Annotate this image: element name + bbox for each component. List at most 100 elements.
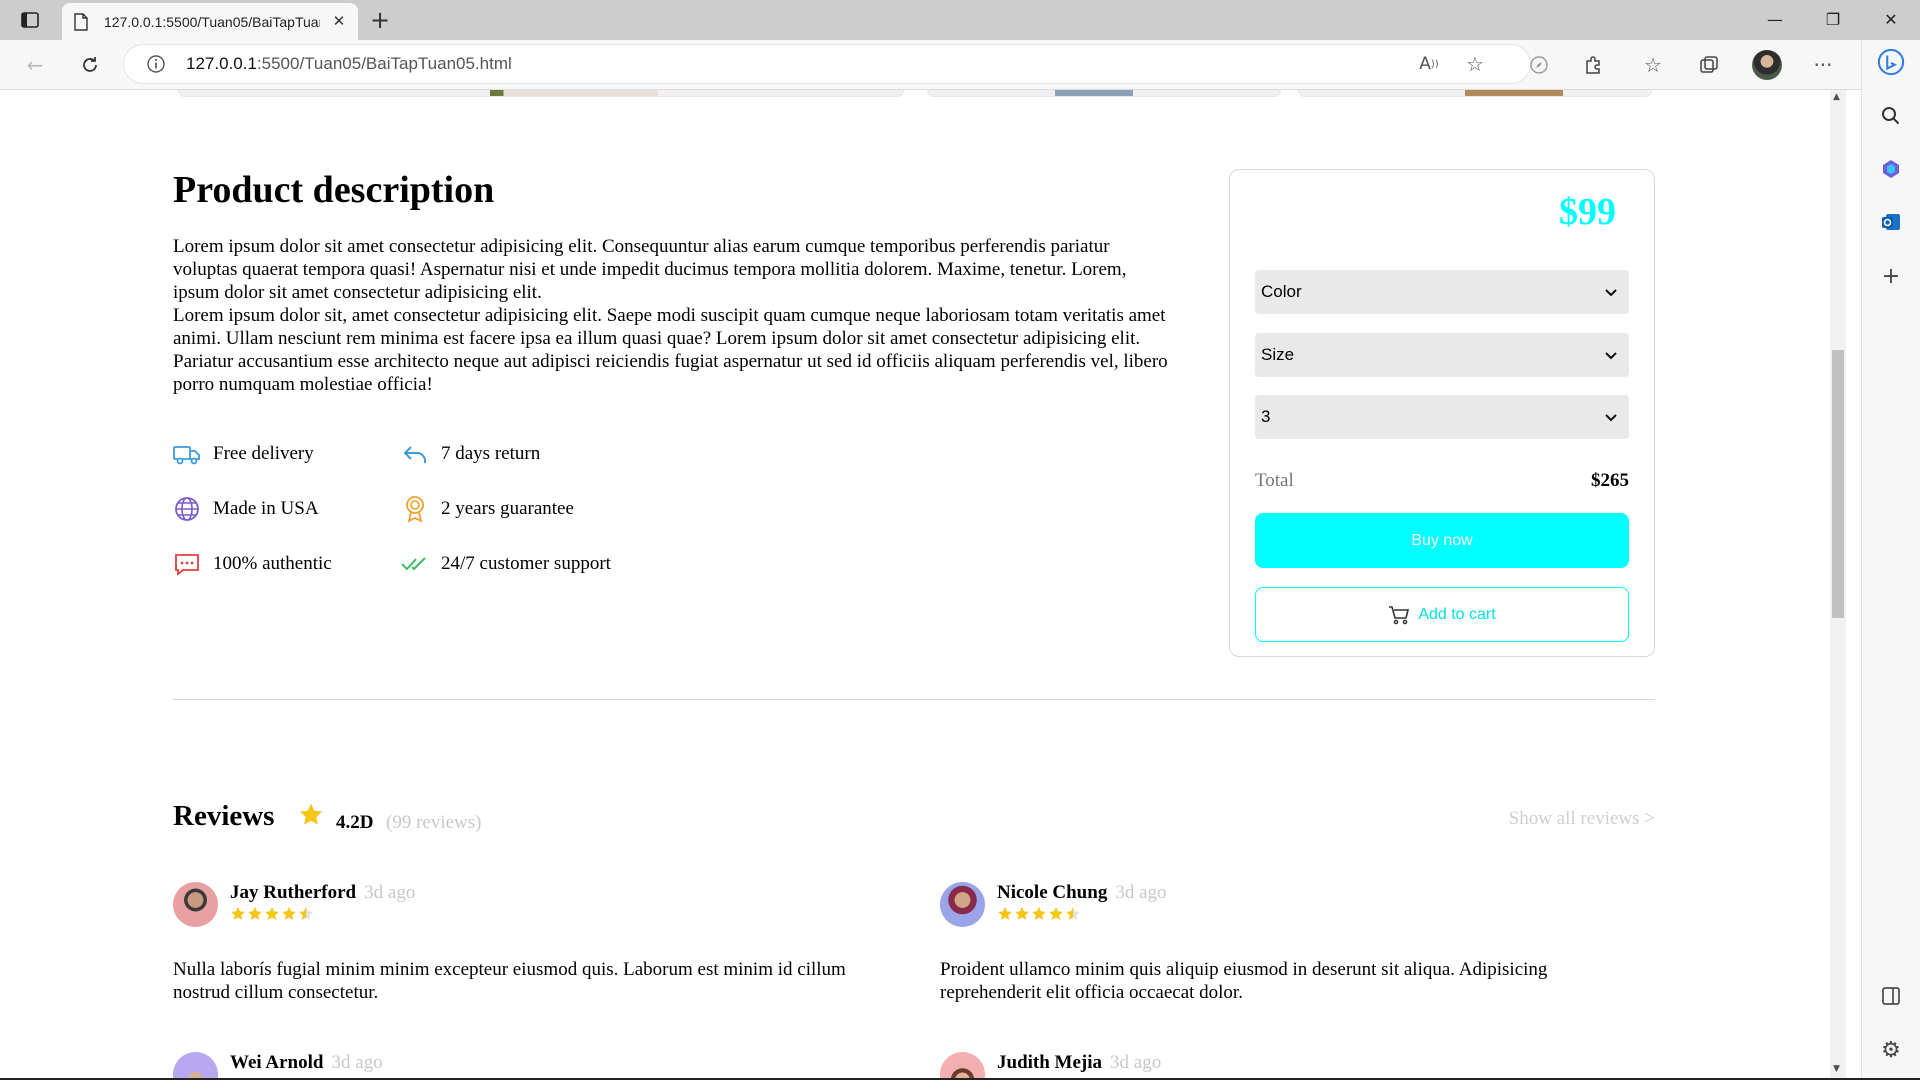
read-aloud-icon[interactable]: A)) <box>1414 49 1444 79</box>
reviewer-name-text: Nicole Chung <box>997 882 1108 903</box>
chevron-down-icon <box>1603 333 1619 377</box>
gallery-image-3 <box>1465 90 1563 96</box>
rating-stars <box>230 906 315 922</box>
buy-now-button[interactable]: Buy now <box>1255 513 1629 568</box>
quantity-select-value: 3 <box>1261 407 1271 426</box>
rating-stars <box>997 906 1082 922</box>
page-icon <box>74 12 90 31</box>
browser-tab[interactable]: 127.0.0.1:5500/Tuan05/BaiTapTuan05.html … <box>62 3 358 40</box>
scroll-thumb[interactable] <box>1832 350 1844 618</box>
tab-bar: 127.0.0.1:5500/Tuan05/BaiTapTuan05.html … <box>0 0 1920 40</box>
review-count: (99 reviews) <box>386 812 482 833</box>
reviewer-name-text: Judith Mejia <box>997 1052 1103 1073</box>
scroll-down-icon[interactable]: ▼ <box>1833 1064 1840 1074</box>
new-tab-button[interactable]: + <box>366 6 394 34</box>
half-star-icon <box>1066 907 1080 920</box>
collections-icon[interactable] <box>1694 50 1724 80</box>
purchase-card: $99 Color Size 3 Total $265 Buy now Add … <box>1229 169 1655 657</box>
settings-gear-icon[interactable]: ⚙ <box>1877 1036 1905 1064</box>
compass-icon[interactable] <box>1524 50 1554 80</box>
feature-made-in-usa: Made in USA <box>173 495 319 523</box>
gallery-image-1 <box>490 90 658 96</box>
description-paragraph-1: Lorem ipsum dolor sit amet consectetur a… <box>173 236 1127 303</box>
size-select[interactable]: Size <box>1255 333 1629 377</box>
return-arrow-icon <box>401 440 429 468</box>
show-all-reviews-link[interactable]: Show all reviews > <box>1509 808 1655 830</box>
award-icon <box>401 495 429 523</box>
tab-actions-icon[interactable] <box>14 6 46 34</box>
outlook-icon[interactable] <box>1877 208 1905 236</box>
total-value: $265 <box>1591 470 1629 491</box>
star-icon <box>1032 907 1046 920</box>
close-tab-icon[interactable]: ✕ <box>330 12 348 30</box>
page-scrollbar[interactable]: ▲ ▼ <box>1830 90 1846 1078</box>
star-icon <box>248 907 262 920</box>
page-viewport: Product description Lorem ipsum dolor si… <box>0 90 1830 1078</box>
avatar <box>940 882 985 927</box>
reviews-heading: Reviews <box>173 800 275 832</box>
size-select-value: Size <box>1261 345 1295 364</box>
feature-label: Made in USA <box>213 498 319 519</box>
refresh-icon[interactable] <box>75 50 105 80</box>
url-host: 127.0.0.1 <box>186 54 257 73</box>
review-text: Proident ullamco minim quis aliquip eius… <box>940 959 1548 1003</box>
tab-title: 127.0.0.1:5500/Tuan05/BaiTapTuan05.html <box>104 13 320 30</box>
review-date: 3d ago <box>364 882 416 903</box>
feature-years-guarantee: 2 years guarantee <box>401 495 574 523</box>
review-text: Nulla laborís fugial minim minim excepte… <box>173 959 846 1003</box>
color-select-value: Color <box>1261 282 1302 301</box>
add-icon[interactable]: + <box>1877 262 1905 290</box>
copilot-icon[interactable] <box>1877 155 1905 183</box>
restore-button[interactable]: ❐ <box>1810 4 1856 36</box>
bing-copilot-icon[interactable] <box>1877 48 1905 76</box>
reviewer-name-text: Wei Arnold <box>230 1052 324 1073</box>
chevron-down-icon <box>1603 395 1619 439</box>
feature-label: 100% authentic <box>213 553 332 574</box>
feature-days-return: 7 days return <box>401 440 540 468</box>
cart-icon <box>1389 605 1410 624</box>
review-date: 3d ago <box>1110 1052 1162 1073</box>
truck-icon <box>173 440 201 468</box>
star-icon <box>1049 907 1063 920</box>
add-to-cart-button[interactable]: Add to cart <box>1255 587 1629 642</box>
feature-customer-support: 24/7 customer support <box>401 550 611 578</box>
review-date: 3d ago <box>1115 882 1167 903</box>
avatar <box>173 882 218 927</box>
site-info-icon[interactable] <box>146 54 166 74</box>
favorites-icon[interactable]: ☆ <box>1638 50 1668 80</box>
more-menu-icon[interactable]: ··· <box>1808 50 1838 80</box>
star-icon <box>998 907 1012 920</box>
avatar <box>173 1052 218 1078</box>
extensions-icon[interactable] <box>1578 50 1608 80</box>
star-icon <box>1015 907 1029 920</box>
star-icon <box>231 907 245 920</box>
close-window-button[interactable]: ✕ <box>1868 4 1914 36</box>
minimize-button[interactable]: — <box>1752 4 1798 36</box>
add-favorite-icon[interactable]: ☆ <box>1460 49 1490 79</box>
half-star-icon <box>299 907 313 920</box>
message-icon <box>173 550 201 578</box>
star-icon <box>265 907 279 920</box>
gallery-image-2 <box>1055 90 1133 96</box>
review-score: 4.2D <box>336 812 374 833</box>
profile-avatar[interactable] <box>1752 50 1782 80</box>
review-date: 3d ago <box>331 1052 383 1073</box>
reviewer-name-text: Jay Rutherford <box>230 882 357 903</box>
reviewer-name: Judith Mejia 3d ago <box>997 1052 1161 1074</box>
description-paragraph-2: Lorem ipsum dolor sit, amet consectetur … <box>173 305 1168 395</box>
split-screen-icon[interactable] <box>1877 982 1905 1010</box>
address-bar[interactable]: 127.0.0.1:5500/Tuan05/BaiTapTuan05.html … <box>124 45 1530 83</box>
search-icon[interactable] <box>1877 102 1905 130</box>
back-icon[interactable]: ← <box>20 50 50 80</box>
scroll-up-icon[interactable]: ▲ <box>1833 92 1840 102</box>
quantity-select[interactable]: 3 <box>1255 395 1629 439</box>
url-text[interactable]: 127.0.0.1:5500/Tuan05/BaiTapTuan05.html <box>186 54 512 74</box>
reviewer-name: Jay Rutherford 3d ago <box>230 882 415 904</box>
feature-label: 24/7 customer support <box>441 553 611 574</box>
star-icon <box>299 803 323 825</box>
feature-label: Free delivery <box>213 443 314 464</box>
total-label: Total <box>1255 470 1294 491</box>
color-select[interactable]: Color <box>1255 270 1629 314</box>
reviewer-name: Nicole Chung 3d ago <box>997 882 1167 904</box>
globe-icon <box>173 495 201 523</box>
